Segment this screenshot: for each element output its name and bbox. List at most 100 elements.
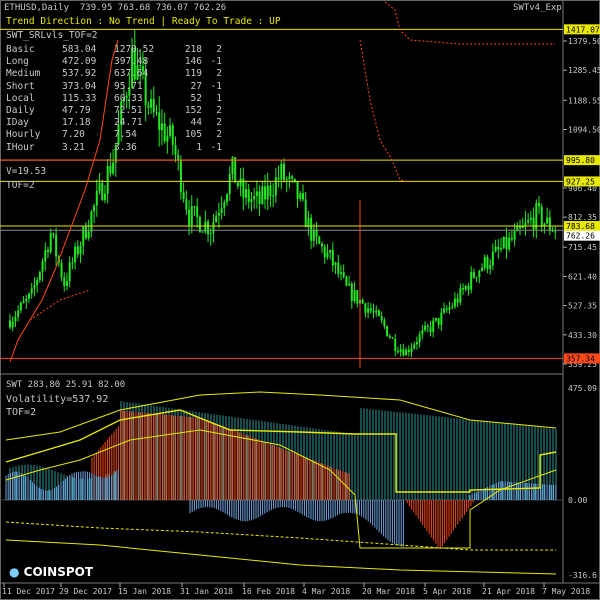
candle-body [546,217,549,224]
candle-body [540,206,543,227]
candle-body [228,174,231,195]
sr-levels-cell: 27 [190,80,202,92]
sr-levels-row: Local 115.33 60.33 52 1 [6,93,222,105]
sr-levels-cell: 3.36 [114,141,137,153]
candle-body [434,318,437,321]
time-tick-label: 21 Apr 2018 [482,587,535,596]
candle-body [318,236,321,244]
candle-body [478,270,481,278]
time-tick-label: 16 Feb 2018 [242,587,295,596]
candle-body [190,206,193,226]
sr-levels-cell: 52 [190,92,202,104]
candle-body [188,209,191,226]
candle-body [272,195,275,197]
candle-body [106,165,109,194]
price-level-value: 927.25 [566,177,595,186]
candle-body [426,325,429,327]
sr-levels-cell: 95.71 [114,80,143,92]
time-tick-label: 20 Mar 2018 [362,587,415,596]
trend-signal: Trend Direction : No Trend | Ready To Tr… [6,16,281,27]
candle-body [429,326,432,332]
candle-body [193,206,196,208]
time-tick-label: 31 Jan 2018 [180,587,233,596]
sr-levels-cell: IDay [6,117,29,129]
candle-body [60,262,63,278]
candle-body [215,215,218,223]
candle-body [11,321,14,328]
candle-body [201,231,204,233]
sr-levels-cell: 152 [184,104,202,116]
candle-body [46,249,49,252]
sr-levels-cell: -1 [210,141,222,153]
candle-body [532,217,535,230]
candle-body [79,245,82,255]
candle-body [502,236,505,248]
candle-body [196,206,199,217]
sr-levels-row: Basic 583.04 1270.52 218 2 [6,44,222,56]
candle-body [377,310,380,316]
sr-levels-cell: 1270.52 [114,44,155,55]
candle-body [304,199,307,228]
candle-body [329,249,332,253]
candle-body [247,189,250,203]
volatility-label: Volatility=537.92 [6,394,109,405]
candle-body [334,262,337,266]
tof-label: TOF=2 [6,180,35,191]
candle-body [440,312,443,325]
sr-levels-cell: 2 [216,117,222,129]
sr-levels-row: IDay 17.18 24.71 44 2 [6,117,222,129]
candle-body [65,281,68,287]
candle-body [486,256,489,269]
sr-levels-cell: 583.04 [62,44,97,55]
candle-body [405,349,408,356]
candle-body [310,217,313,241]
sr-levels-cell: 2 [216,104,222,116]
candle-body [288,176,291,180]
candle-body [71,262,74,264]
candle-body [198,216,201,232]
candle-body [497,246,500,250]
candle-body [407,349,410,353]
candle-body [76,246,79,255]
sub-axis-label: 0.00 [568,496,587,505]
candle-body [177,154,180,160]
candle-body [299,193,302,199]
time-tick-label: 29 Dec 2017 [59,587,112,596]
candle-body [312,229,315,241]
candle-body [49,233,52,252]
sr-levels-cell: Medium [6,68,41,80]
candle-body [337,262,340,274]
candle-body [90,211,93,232]
candle-body [103,193,106,201]
candle-body [361,299,364,304]
sr-levels-cell: 397.48 [114,56,149,68]
price-tick-label: 812.35 [568,213,597,222]
candle-body [101,182,104,201]
candle-body [52,233,55,235]
candle-body [432,320,435,332]
candle-body [524,222,527,226]
candle-body [250,199,253,203]
time-tick-label: 5 Apr 2018 [423,587,471,596]
candle-body [301,193,304,200]
candle-body [296,181,299,199]
candle-body [348,283,351,286]
sr-levels-table: Basic 583.04 1270.52 218 2 Long 472.09 397.48 14… [6,44,222,154]
sr-levels-row: Medium 537.92 637.64 119 2 [6,68,222,80]
candle-body [41,261,44,273]
sr-levels-cell: 44 [190,117,202,129]
sr-levels-cell: 24.71 [114,117,143,129]
candle-body [508,237,511,250]
coinspot-logo: ● COINSPOT [9,565,94,579]
candle-body [554,231,557,233]
candle-body [179,159,182,193]
sr-levels-cell: 1 [196,141,202,153]
candle-body [261,186,264,204]
sr-levels-cell: Local [6,92,35,104]
sr-levels-cell: 218 [184,44,202,55]
candle-body [36,280,39,286]
candle-body [367,308,370,313]
sub-axis-label: -316.6 [568,571,597,580]
candle-body [513,231,516,240]
price-level-value: 357.34 [566,354,595,363]
